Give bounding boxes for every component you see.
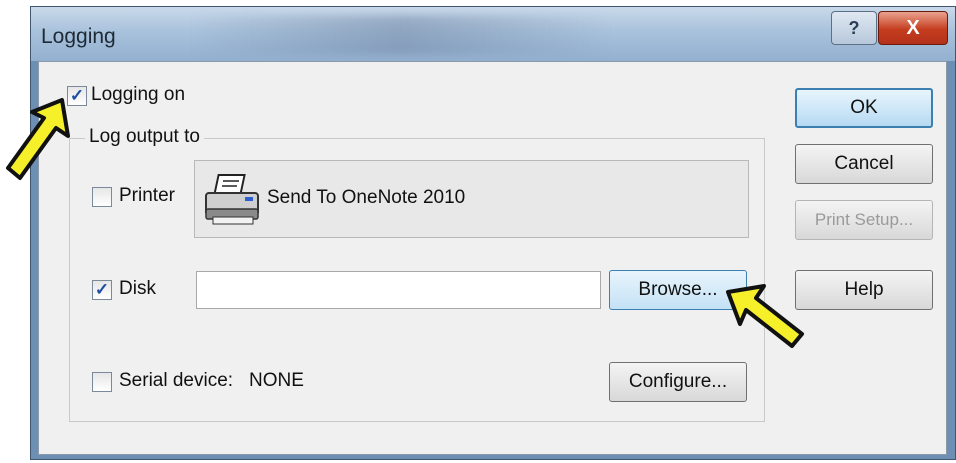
printer-checkbox[interactable] <box>92 187 112 207</box>
help-button[interactable]: Help <box>795 270 933 310</box>
disk-label: Disk <box>119 278 156 299</box>
print-setup-button[interactable]: Print Setup... <box>795 200 933 240</box>
printer-device-name: Send To OneNote 2010 <box>267 187 466 208</box>
logging-dialog: Logging ? X ✓ Logging on Log output to P… <box>30 6 956 460</box>
cancel-button[interactable]: Cancel <box>795 144 933 184</box>
background-blur <box>191 15 611 55</box>
ok-button[interactable]: OK <box>795 88 933 128</box>
logging-on-label: Logging on <box>91 84 186 105</box>
annotation-arrow-right-icon <box>726 284 804 348</box>
serial-device-label: Serial device: <box>119 370 234 391</box>
close-button[interactable]: X <box>878 11 948 45</box>
printer-label: Printer <box>119 185 175 206</box>
disk-checkbox[interactable]: ✓ <box>92 280 112 300</box>
serial-device-value: NONE <box>249 370 304 391</box>
disk-path-input[interactable] <box>196 271 601 309</box>
printer-selector[interactable]: Send To OneNote 2010 <box>194 160 749 238</box>
annotation-arrow-left-icon <box>6 98 70 180</box>
log-output-legend: Log output to <box>85 126 204 148</box>
serial-device-checkbox[interactable] <box>92 372 112 392</box>
configure-button[interactable]: Configure... <box>609 362 747 402</box>
dialog-body: ✓ Logging on Log output to Printer Send … <box>38 61 947 455</box>
title-bar[interactable]: Logging ? X <box>31 7 955 61</box>
dialog-title: Logging <box>41 25 116 48</box>
printer-icon <box>205 174 259 225</box>
title-help-button[interactable]: ? <box>831 11 877 45</box>
